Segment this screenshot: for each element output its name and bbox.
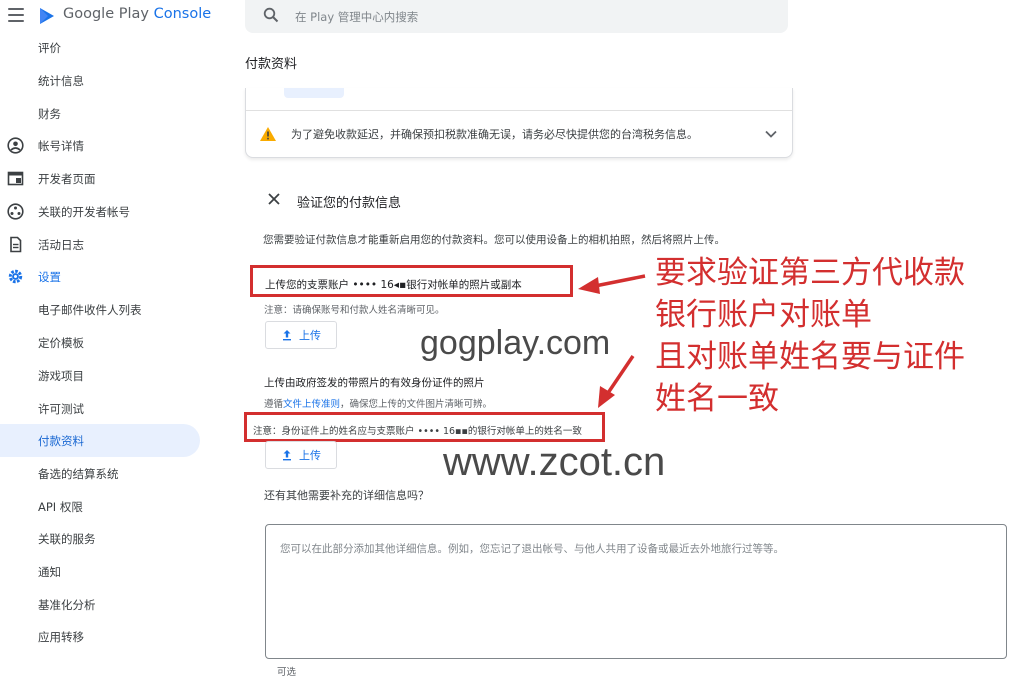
sidebar-item-linked-services[interactable]: 关联的服务: [0, 522, 200, 555]
sidebar-item-finance[interactable]: 财务: [0, 97, 200, 130]
web-page-icon: [7, 171, 24, 186]
id-name-note-highlight: 注意：身份证件上的姓名应与支票账户 •••• 16▪▪的银行对帐单上的姓名一致: [244, 412, 605, 442]
warning-icon: [260, 127, 276, 141]
upload-bank-statement-button[interactable]: 上传: [265, 321, 337, 349]
upload-icon: [283, 450, 291, 461]
extra-details-placeholder: 您可以在此部分添加其他详细信息。例如，您忘记了退出帐号、与他人共用了设备或最近去…: [280, 543, 784, 555]
upload-id-button[interactable]: 上传: [265, 441, 337, 469]
card-divider: [246, 110, 792, 111]
warning-text: 为了避免收款延迟，并确保预扣税款准确无误，请务必尽快提供您的台湾税务信息。: [291, 128, 698, 141]
sidebar-item-settings[interactable]: 设置: [0, 260, 200, 293]
watermark-gogplay: gogplay.com: [420, 324, 611, 362]
sidebar-item-statistics[interactable]: 统计信息: [0, 64, 200, 97]
play-console-logo-icon: [40, 8, 54, 24]
bank-statement-label: 上传您的支票账户 •••• 16◂▪银行对帐单的照片或副本: [265, 279, 522, 291]
sidebar-item-payments-profile[interactable]: 付款资料: [0, 424, 200, 457]
bank-statement-note: 注意：请确保账号和付款人姓名清晰可见。: [264, 305, 445, 316]
sidebar-item-pricing-templates[interactable]: 定价模板: [0, 326, 200, 359]
id-upload-title: 上传由政府签发的带照片的有效身份证件的照片: [264, 377, 485, 389]
sidebar-item-notifications[interactable]: 通知: [0, 555, 200, 588]
arrow-to-bank-box: [578, 274, 646, 294]
sidebar-item-activity-log[interactable]: 活动日志: [0, 228, 200, 261]
sidebar-item-alternative-billing[interactable]: 备选的结算系统: [0, 457, 200, 490]
brand-name: Google Play Console: [63, 6, 212, 22]
verify-title: 验证您的付款信息: [297, 196, 402, 211]
search-bar[interactable]: 在 Play 管理中心内搜索: [245, 0, 788, 33]
id-name-note: 注意：身份证件上的姓名应与支票账户 •••• 16▪▪的银行对帐单上的姓名一致: [253, 426, 582, 437]
sidebar-item-account-details[interactable]: 帐号详情: [0, 129, 200, 162]
linked-accounts-icon: [7, 203, 24, 220]
verify-description: 您需要验证付款信息才能重新启用您的付款资料。您可以使用设备上的相机拍照，然后将照…: [263, 234, 725, 246]
sidebar-item-benchmarking[interactable]: 基准化分析: [0, 588, 200, 621]
sidebar-item-app-transfer[interactable]: 应用转移: [0, 620, 200, 653]
upload-label: 上传: [299, 329, 321, 342]
search-icon: [263, 7, 279, 23]
arrow-to-id-box: [598, 355, 635, 408]
sidebar-item-license-testing[interactable]: 许可测试: [0, 392, 200, 425]
sidebar-item-linked-developer-accounts[interactable]: 关联的开发者帐号: [0, 195, 200, 228]
close-icon[interactable]: [266, 191, 282, 207]
sidebar: Google Play Console 评价 统计信息 财务 帐号详情 开发者页…: [0, 0, 232, 686]
upload-label: 上传: [299, 449, 321, 462]
watermark-zcot: www.zcot.cn: [443, 440, 666, 484]
account-circle-icon: [7, 137, 24, 154]
extra-details-textarea[interactable]: 您可以在此部分添加其他详细信息。例如，您忘记了退出帐号、与他人共用了设备或最近去…: [265, 524, 1007, 659]
sidebar-item-developer-page[interactable]: 开发者页面: [0, 162, 200, 195]
sidebar-header: Google Play Console: [0, 0, 232, 32]
sidebar-item-api-access[interactable]: API 权限: [0, 490, 200, 523]
card-chip: [284, 88, 344, 98]
document-icon: [10, 236, 22, 253]
menu-icon[interactable]: [8, 8, 24, 22]
annotation-text: 要求验证第三方代收款 银行账户对账单 且对账单姓名要与证件 姓名一致: [655, 255, 965, 417]
gear-icon: [8, 269, 23, 284]
chevron-down-icon[interactable]: [763, 126, 779, 142]
upload-icon: [283, 330, 291, 341]
id-upload-rule: 遵循文件上传准则，确保您上传的文件图片清晰可辨。: [264, 399, 493, 410]
tax-info-card: 为了避免收款延迟，并确保预扣税款准确无误，请务必尽快提供您的台湾税务信息。: [245, 88, 793, 158]
bank-statement-highlight: 上传您的支票账户 •••• 16◂▪银行对帐单的照片或副本: [250, 265, 573, 297]
page-title: 付款资料: [245, 57, 298, 72]
upload-guidelines-link[interactable]: 文件上传准则: [283, 399, 340, 410]
sidebar-item-email-lists[interactable]: 电子邮件收件人列表: [0, 293, 200, 326]
sidebar-item-reviews[interactable]: 评价: [0, 31, 200, 64]
sidebar-item-game-projects[interactable]: 游戏项目: [0, 359, 200, 392]
extra-details-question: 还有其他需要补充的详细信息吗？: [264, 489, 429, 502]
optional-label: 可选: [277, 667, 297, 678]
search-input[interactable]: 在 Play 管理中心内搜索: [295, 9, 418, 25]
